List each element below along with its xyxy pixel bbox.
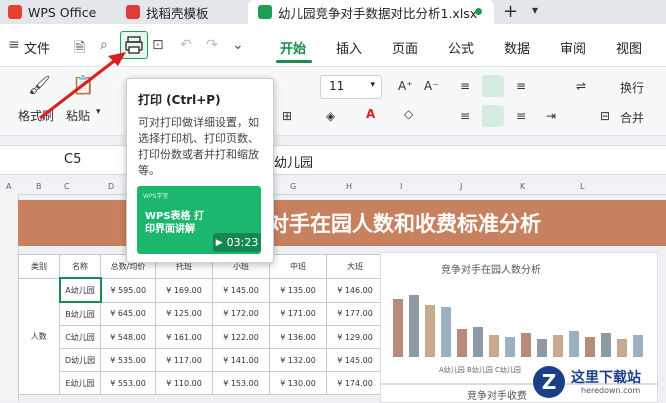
annotation-arrow bbox=[39, 52, 126, 120]
watermark-url: heredown.com bbox=[581, 386, 641, 395]
watermark-z-icon: Z bbox=[533, 366, 565, 398]
watermark-logo: Z 这里下载站 heredown.com bbox=[533, 364, 666, 401]
watermark-text: 这里下载站 bbox=[571, 370, 641, 386]
